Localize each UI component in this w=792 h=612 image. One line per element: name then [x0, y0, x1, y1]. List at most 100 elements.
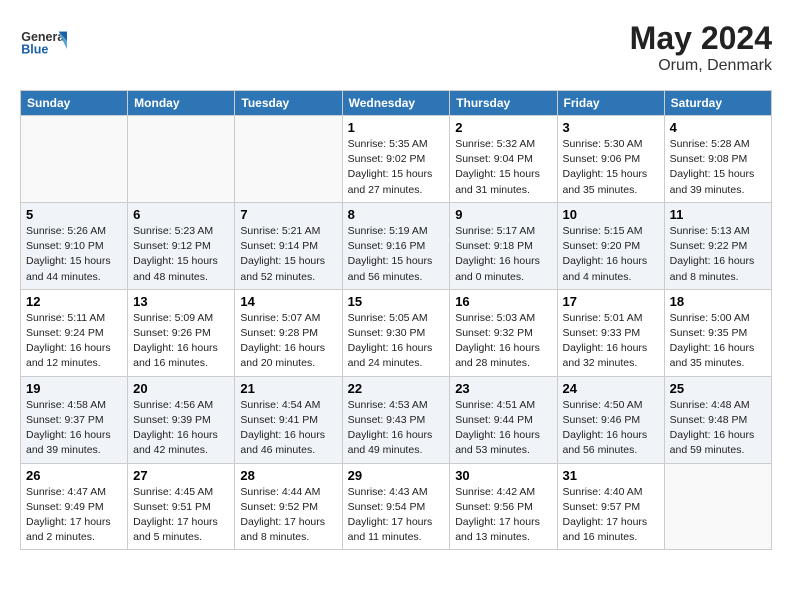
day-number: 14 — [240, 294, 336, 309]
calendar-cell: 31Sunrise: 4:40 AMSunset: 9:57 PMDayligh… — [557, 463, 664, 550]
day-number: 24 — [563, 381, 659, 396]
day-number: 26 — [26, 468, 122, 483]
location-title: Orum, Denmark — [630, 57, 772, 75]
day-of-week-header: Sunday — [21, 91, 128, 116]
day-info: Sunrise: 4:56 AMSunset: 9:39 PMDaylight:… — [133, 398, 229, 459]
day-info: Sunrise: 4:53 AMSunset: 9:43 PMDaylight:… — [348, 398, 445, 459]
day-number: 18 — [670, 294, 766, 309]
calendar-cell: 9 Sunrise: 5:17 AMSunset: 9:18 PMDaylight… — [450, 202, 557, 289]
day-number: 30 — [455, 468, 551, 483]
calendar-cell: 21 Sunrise: 4:54 AMSunset: 9:41 PMDayligh… — [235, 376, 342, 463]
calendar-cell — [128, 116, 235, 203]
calendar-cell: 7Sunrise: 5:21 AMSunset: 9:14 PMDaylight… — [235, 202, 342, 289]
day-number: 3 — [563, 120, 659, 135]
day-number: 4 — [670, 120, 766, 135]
day-number: 21 — [240, 381, 336, 396]
calendar-cell: 26Sunrise: 4:47 AMSunset: 9:49 PMDayligh… — [21, 463, 128, 550]
title-block: May 2024 Orum, Denmark — [630, 20, 772, 75]
calendar-cell: 27 Sunrise: 4:45 AMSunset: 9:51 PMDayligh… — [128, 463, 235, 550]
day-info: Sunrise: 5:07 AMSunset: 9:28 PMDaylight:… — [240, 311, 336, 372]
calendar-header-row: SundayMondayTuesdayWednesdayThursdayFrid… — [21, 91, 772, 116]
day-number: 9 — [455, 207, 551, 222]
day-number: 15 — [348, 294, 445, 309]
calendar-cell: 28Sunrise: 4:44 AMSunset: 9:52 PMDayligh… — [235, 463, 342, 550]
calendar-cell: 10Sunrise: 5:15 AMSunset: 9:20 PMDayligh… — [557, 202, 664, 289]
calendar-week-row: 19 Sunrise: 4:58 AMSunset: 9:37 PMDayligh… — [21, 376, 772, 463]
calendar-cell: 29Sunrise: 4:43 AMSunset: 9:54 PMDayligh… — [342, 463, 450, 550]
day-info: Sunrise: 5:26 AMSunset: 9:10 PMDaylight:… — [26, 224, 122, 285]
day-info: Sunrise: 5:21 AMSunset: 9:14 PMDaylight:… — [240, 224, 336, 285]
calendar-week-row: 12Sunrise: 5:11 AMSunset: 9:24 PMDayligh… — [21, 289, 772, 376]
day-info: Sunrise: 5:05 AMSunset: 9:30 PMDaylight:… — [348, 311, 445, 372]
day-number: 28 — [240, 468, 336, 483]
calendar-cell: 5Sunrise: 5:26 AMSunset: 9:10 PMDaylight… — [21, 202, 128, 289]
calendar-table: SundayMondayTuesdayWednesdayThursdayFrid… — [20, 90, 772, 550]
logo: General Blue — [20, 20, 70, 65]
calendar-cell: 18 Sunrise: 5:00 AMSunset: 9:35 PMDayligh… — [664, 289, 771, 376]
day-info: Sunrise: 5:17 AMSunset: 9:18 PMDaylight:… — [455, 224, 551, 285]
day-info: Sunrise: 5:03 AMSunset: 9:32 PMDaylight:… — [455, 311, 551, 372]
day-number: 25 — [670, 381, 766, 396]
day-number: 6 — [133, 207, 229, 222]
calendar-week-row: 5Sunrise: 5:26 AMSunset: 9:10 PMDaylight… — [21, 202, 772, 289]
day-number: 29 — [348, 468, 445, 483]
day-info: Sunrise: 5:09 AMSunset: 9:26 PMDaylight:… — [133, 311, 229, 372]
calendar-cell: 3 Sunrise: 5:30 AMSunset: 9:06 PMDaylight… — [557, 116, 664, 203]
day-info: Sunrise: 5:23 AMSunset: 9:12 PMDaylight:… — [133, 224, 229, 285]
calendar-cell — [21, 116, 128, 203]
day-number: 2 — [455, 120, 551, 135]
day-info: Sunrise: 4:58 AMSunset: 9:37 PMDaylight:… — [26, 398, 122, 459]
day-of-week-header: Wednesday — [342, 91, 450, 116]
svg-text:Blue: Blue — [21, 42, 48, 56]
calendar-cell: 15 Sunrise: 5:05 AMSunset: 9:30 PMDayligh… — [342, 289, 450, 376]
day-number: 10 — [563, 207, 659, 222]
day-number: 13 — [133, 294, 229, 309]
day-info: Sunrise: 4:54 AMSunset: 9:41 PMDaylight:… — [240, 398, 336, 459]
day-info: Sunrise: 4:40 AMSunset: 9:57 PMDaylight:… — [563, 485, 659, 546]
calendar-cell: 17Sunrise: 5:01 AMSunset: 9:33 PMDayligh… — [557, 289, 664, 376]
calendar-cell: 30Sunrise: 4:42 AMSunset: 9:56 PMDayligh… — [450, 463, 557, 550]
calendar-week-row: 26Sunrise: 4:47 AMSunset: 9:49 PMDayligh… — [21, 463, 772, 550]
logo-icon: General Blue — [20, 20, 70, 65]
calendar-cell: 12Sunrise: 5:11 AMSunset: 9:24 PMDayligh… — [21, 289, 128, 376]
calendar-cell: 1Sunrise: 5:35 AMSunset: 9:02 PMDaylight… — [342, 116, 450, 203]
calendar-cell: 6 Sunrise: 5:23 AMSunset: 9:12 PMDaylight… — [128, 202, 235, 289]
calendar-week-row: 1Sunrise: 5:35 AMSunset: 9:02 PMDaylight… — [21, 116, 772, 203]
day-number: 22 — [348, 381, 445, 396]
day-info: Sunrise: 4:50 AMSunset: 9:46 PMDaylight:… — [563, 398, 659, 459]
calendar-cell: 24 Sunrise: 4:50 AMSunset: 9:46 PMDayligh… — [557, 376, 664, 463]
day-of-week-header: Friday — [557, 91, 664, 116]
calendar-cell: 14 Sunrise: 5:07 AMSunset: 9:28 PMDayligh… — [235, 289, 342, 376]
day-number: 19 — [26, 381, 122, 396]
day-number: 16 — [455, 294, 551, 309]
day-info: Sunrise: 5:28 AMSunset: 9:08 PMDaylight:… — [670, 137, 766, 198]
calendar-cell: 8 Sunrise: 5:19 AMSunset: 9:16 PMDaylight… — [342, 202, 450, 289]
calendar-cell: 23 Sunrise: 4:51 AMSunset: 9:44 PMDayligh… — [450, 376, 557, 463]
day-info: Sunrise: 5:00 AMSunset: 9:35 PMDaylight:… — [670, 311, 766, 372]
day-number: 1 — [348, 120, 445, 135]
calendar-cell: 19 Sunrise: 4:58 AMSunset: 9:37 PMDayligh… — [21, 376, 128, 463]
calendar-cell: 20 Sunrise: 4:56 AMSunset: 9:39 PMDayligh… — [128, 376, 235, 463]
day-info: Sunrise: 5:30 AMSunset: 9:06 PMDaylight:… — [563, 137, 659, 198]
page-header: General Blue May 2024 Orum, Denmark — [20, 20, 772, 75]
month-year-title: May 2024 — [630, 20, 772, 57]
calendar-cell: 11 Sunrise: 5:13 AMSunset: 9:22 PMDayligh… — [664, 202, 771, 289]
day-info: Sunrise: 5:01 AMSunset: 9:33 PMDaylight:… — [563, 311, 659, 372]
day-number: 11 — [670, 207, 766, 222]
day-number: 27 — [133, 468, 229, 483]
calendar-cell: 2 Sunrise: 5:32 AMSunset: 9:04 PMDaylight… — [450, 116, 557, 203]
day-of-week-header: Saturday — [664, 91, 771, 116]
day-number: 20 — [133, 381, 229, 396]
day-number: 12 — [26, 294, 122, 309]
day-info: Sunrise: 5:32 AMSunset: 9:04 PMDaylight:… — [455, 137, 551, 198]
calendar-cell: 4 Sunrise: 5:28 AMSunset: 9:08 PMDaylight… — [664, 116, 771, 203]
day-number: 8 — [348, 207, 445, 222]
calendar-cell — [664, 463, 771, 550]
day-info: Sunrise: 4:45 AMSunset: 9:51 PMDaylight:… — [133, 485, 229, 546]
day-of-week-header: Monday — [128, 91, 235, 116]
day-info: Sunrise: 5:19 AMSunset: 9:16 PMDaylight:… — [348, 224, 445, 285]
day-info: Sunrise: 5:13 AMSunset: 9:22 PMDaylight:… — [670, 224, 766, 285]
day-number: 23 — [455, 381, 551, 396]
day-info: Sunrise: 4:51 AMSunset: 9:44 PMDaylight:… — [455, 398, 551, 459]
calendar-cell: 22 Sunrise: 4:53 AMSunset: 9:43 PMDayligh… — [342, 376, 450, 463]
